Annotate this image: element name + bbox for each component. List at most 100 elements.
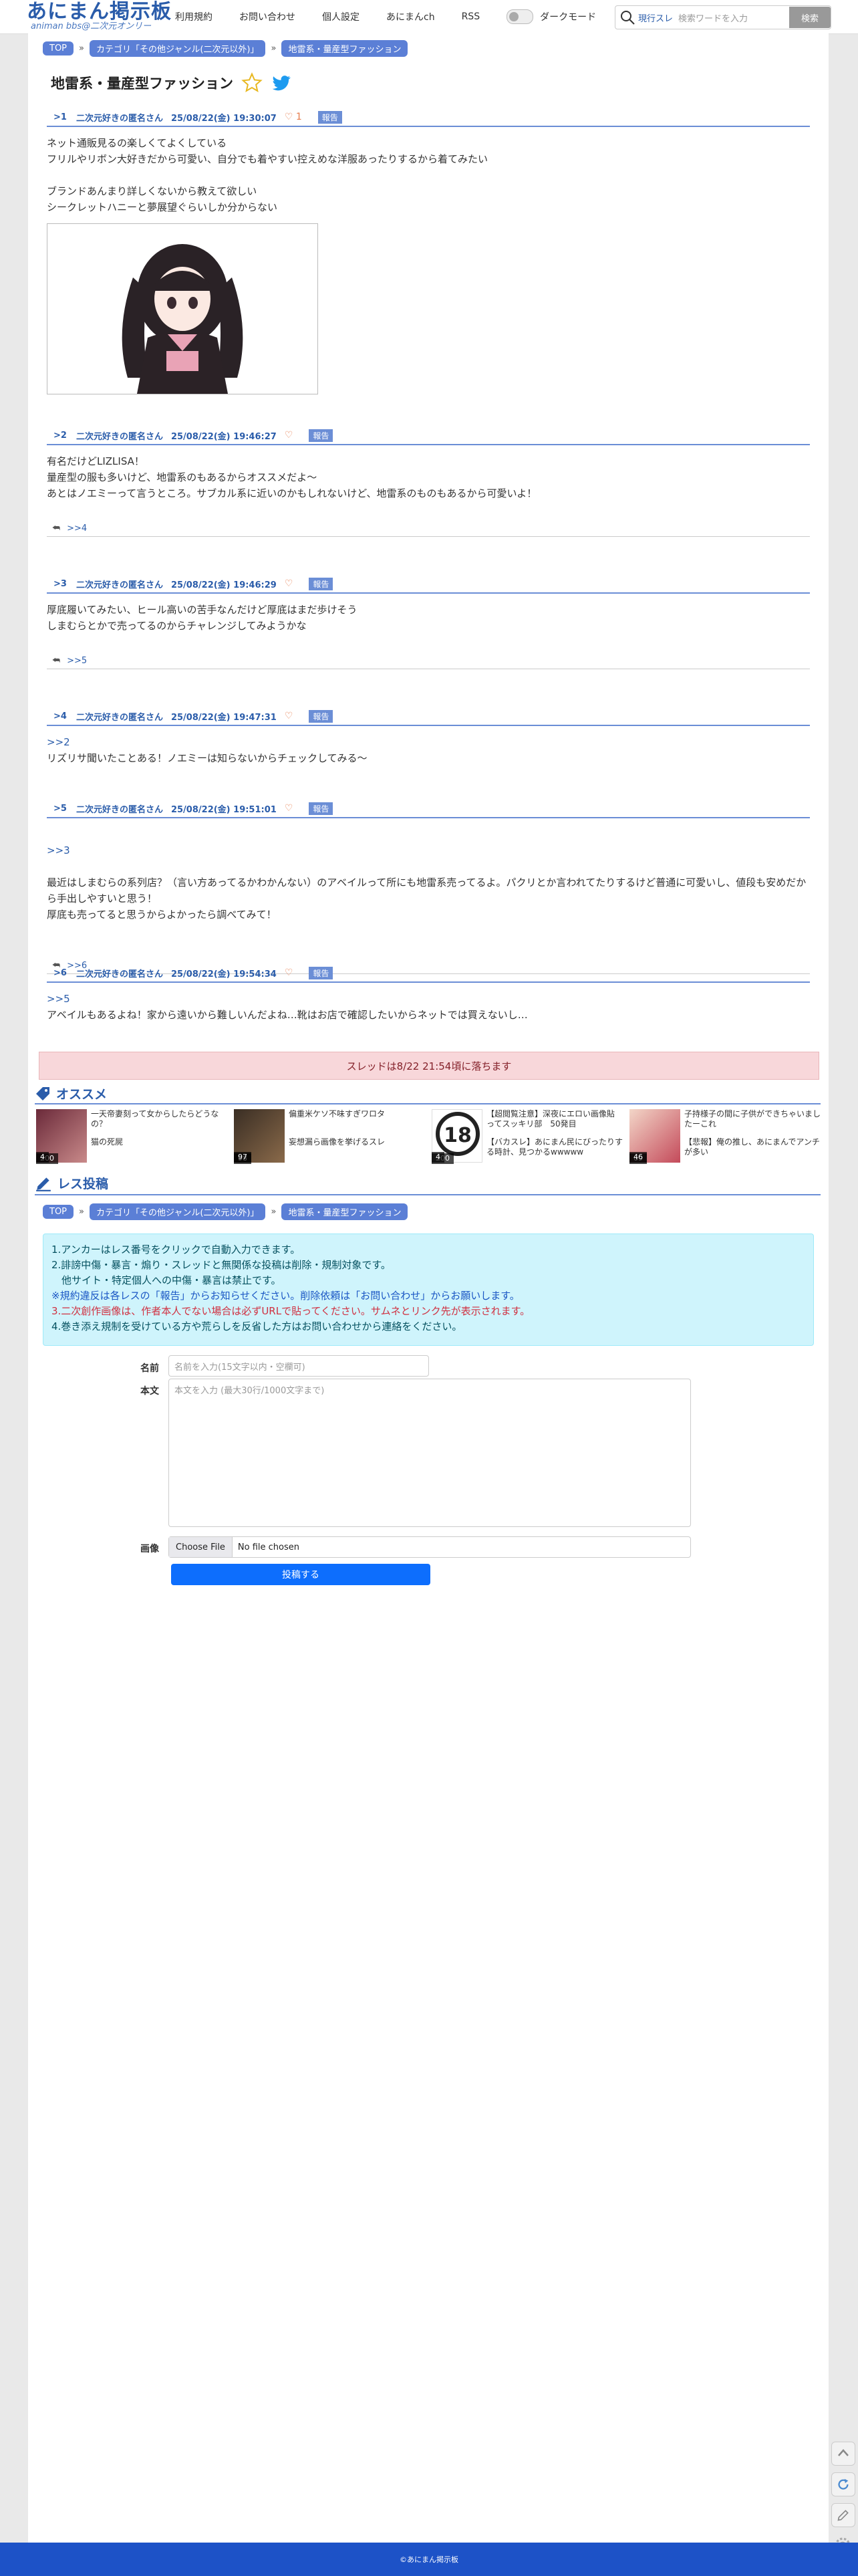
reply-form-title: レス投稿 xyxy=(57,1177,109,1191)
post-date: 25/08/22(金) 19:47:31 xyxy=(170,712,277,723)
breadcrumb-thread[interactable]: 地雷系・量産型ファッション xyxy=(281,40,408,57)
breadcrumb-top[interactable]: TOP xyxy=(43,41,74,55)
recommend-title[interactable]: 猫の死屍 xyxy=(91,1137,227,1147)
report-button[interactable]: 報告 xyxy=(309,802,333,815)
reply-anchor[interactable]: >>3 xyxy=(47,842,810,858)
poster-name: 二次元好きの匿名さん xyxy=(76,580,163,590)
like-button[interactable]: ♡ xyxy=(285,430,293,441)
recommend-heading: オススメ xyxy=(35,1084,107,1102)
file-status: No file chosen xyxy=(237,1542,299,1552)
nav-rss[interactable]: RSS xyxy=(462,11,480,22)
rule-item: 1.アンカーはレス番号をクリックで自動入力できます。 xyxy=(51,1244,301,1256)
pen-icon xyxy=(36,1177,51,1191)
like-button[interactable]: ♡ xyxy=(285,967,293,978)
arrow-up-icon xyxy=(838,2449,849,2456)
recommend-item[interactable]: 98偏重米ケソ不味すぎワロタ xyxy=(234,1109,428,1164)
report-button[interactable]: 報告 xyxy=(309,709,333,723)
post-date: 25/08/22(金) 19:54:34 xyxy=(170,969,277,979)
post-image[interactable] xyxy=(47,223,318,394)
like-button[interactable]: ♡ 1 xyxy=(285,112,302,122)
reload-button[interactable] xyxy=(831,2472,855,2496)
compose-button[interactable] xyxy=(831,2503,855,2527)
breadcrumb-category[interactable]: カテゴリ「その他ジャンル(二次元以外)」 xyxy=(89,1203,266,1220)
post-header: >1 二次元好きの匿名さん 25/08/22(金) 19:30:07 ♡ 1 報… xyxy=(47,108,810,127)
rule-item: ※規約違反は各レスの「報告」からお知らせください。削除依頼は「お問い合わせ」から… xyxy=(51,1290,520,1302)
twitter-icon[interactable] xyxy=(271,72,292,94)
recommend-title[interactable]: 【悲報】俺の推し、あにまんでアンチが多い xyxy=(684,1137,821,1157)
breadcrumb-sep: » xyxy=(79,43,84,53)
like-button[interactable]: ♡ xyxy=(285,711,293,721)
breadcrumb-category[interactable]: カテゴリ「その他ジャンル(二次元以外)」 xyxy=(89,40,266,57)
reply-arrow-icon: ⮪ xyxy=(52,523,61,534)
post-1: >1 二次元好きの匿名さん 25/08/22(金) 19:30:07 ♡ 1 報… xyxy=(47,108,810,394)
reply-form-heading: レス投稿 xyxy=(35,1174,108,1192)
post-header: >3 二次元好きの匿名さん 25/08/22(金) 19:46:29 ♡ 報告 xyxy=(47,575,810,594)
rule-item: 2.誹謗中傷・暴言・煽り・スレッドと無関係な投稿は削除・規制対象です。 xyxy=(51,1259,391,1271)
post-date: 25/08/22(金) 19:46:27 xyxy=(170,431,277,442)
report-button[interactable]: 報告 xyxy=(309,966,333,979)
like-button[interactable]: ♡ xyxy=(285,803,293,814)
breadcrumb-sep: » xyxy=(79,1207,84,1217)
report-button[interactable]: 報告 xyxy=(309,429,333,442)
nav-contact[interactable]: お問い合わせ xyxy=(239,10,295,23)
post-body: >>2 リズリサ聞いたことある！ノエミーは知らないからチェックしてみる〜 xyxy=(47,734,810,766)
reply-anchor[interactable]: >>4 xyxy=(67,523,87,534)
breadcrumb-top[interactable]: TOP xyxy=(43,1205,74,1219)
post-3: >3 二次元好きの匿名さん 25/08/22(金) 19:46:29 ♡ 報告 … xyxy=(47,575,810,669)
post-number[interactable]: >1 xyxy=(53,112,67,122)
poster-name: 二次元好きの匿名さん xyxy=(76,712,163,723)
nav-terms[interactable]: 利用規約 xyxy=(175,10,212,23)
report-button[interactable]: 報告 xyxy=(309,577,333,590)
image-label: 画像 xyxy=(140,1544,159,1554)
anime-girl-image xyxy=(47,224,317,394)
nav-animanch[interactable]: あにまんch xyxy=(386,10,435,23)
rule-item: 4.巻き添え規制を受けている方や荒らしを反省した方はお問い合わせから連絡をくださ… xyxy=(51,1320,462,1332)
breadcrumb-sep: » xyxy=(271,1207,277,1217)
nav-settings[interactable]: 個人設定 xyxy=(322,10,360,23)
top-nav: 利用規約 お問い合わせ 個人設定 あにまんch RSS ダークモード xyxy=(175,9,596,24)
breadcrumb-thread[interactable]: 地雷系・量産型ファッション xyxy=(281,1203,408,1220)
logo-sub: animan bbs@二次元オンリー xyxy=(31,21,152,31)
choose-file-button[interactable]: Choose File xyxy=(169,1537,233,1557)
reply-anchor[interactable]: >>5 xyxy=(67,656,87,666)
post-text: アベイルもあるよね！家から遠いから難しいんだよね…靴はお店で確認したいからネット… xyxy=(47,1009,528,1021)
scroll-top-button[interactable] xyxy=(831,2442,855,2466)
post-number[interactable]: >4 xyxy=(53,711,67,721)
report-button[interactable]: 報告 xyxy=(317,110,342,124)
search-input[interactable]: 検索ワードを入力 xyxy=(678,11,789,24)
comment-count: 46 xyxy=(629,1152,647,1163)
post-4: >4 二次元好きの匿名さん 25/08/22(金) 19:47:31 ♡ 報告 … xyxy=(47,707,810,766)
thread-closing-notice: スレッドは8/22 21:54頃に落ちます xyxy=(39,1052,819,1080)
reply-anchor[interactable]: >>2 xyxy=(47,734,810,750)
reply-link[interactable]: ⮪ >>4 xyxy=(47,520,810,537)
post-number[interactable]: >3 xyxy=(53,579,67,589)
post-number[interactable]: >2 xyxy=(53,431,67,441)
search-button[interactable]: 検索 xyxy=(789,7,831,28)
name-input[interactable]: 名前を入力(15文字以内・空欄可) xyxy=(168,1355,429,1377)
reply-anchor[interactable]: >>5 xyxy=(47,991,810,1007)
recommend-title: 【超閲覧注意】深夜にエロい画像貼ってスッキリ部 50発目 xyxy=(486,1109,615,1129)
body-label: 本文 xyxy=(140,1386,159,1397)
site-logo[interactable]: あにまん掲示板 animan bbs@二次元オンリー xyxy=(27,1,172,31)
post-number[interactable]: >6 xyxy=(53,968,67,978)
tag-icon xyxy=(36,1086,49,1100)
like-button[interactable]: ♡ xyxy=(285,578,293,589)
search-scope[interactable]: 現行スレ xyxy=(638,11,673,24)
site-footer: ©あにまん掲示板 xyxy=(0,2543,858,2576)
file-input[interactable]: Choose File No file chosen xyxy=(168,1536,691,1558)
recommend-title[interactable]: 妄想漏ら画像を挙げるスレ xyxy=(289,1137,425,1147)
body-textarea[interactable]: 本文を入力 (最大30行/1000文字まで) xyxy=(168,1379,691,1527)
submit-button[interactable]: 投稿する xyxy=(171,1564,430,1585)
post-date: 25/08/22(金) 19:30:07 xyxy=(170,113,277,124)
star-icon[interactable] xyxy=(241,72,263,94)
breadcrumb-bottom: TOP » カテゴリ「その他ジャンル(二次元以外)」 » 地雷系・量産型ファッシ… xyxy=(43,1203,408,1220)
poster-name: 二次元好きの匿名さん xyxy=(76,113,163,124)
comment-count: 4 xyxy=(36,1152,49,1163)
post-number[interactable]: >5 xyxy=(53,804,67,814)
dark-mode-toggle[interactable] xyxy=(507,9,534,24)
recommend-title[interactable]: 【バカスレ】あにまん民にびったりする時計、見つかるwwwww xyxy=(486,1137,623,1157)
recommend-title: オススメ xyxy=(56,1087,108,1102)
reply-link[interactable]: ⮪ >>5 xyxy=(47,653,810,669)
reload-icon xyxy=(838,2478,849,2490)
breadcrumb: TOP » カテゴリ「その他ジャンル(二次元以外)」 » 地雷系・量産型ファッシ… xyxy=(43,40,408,57)
